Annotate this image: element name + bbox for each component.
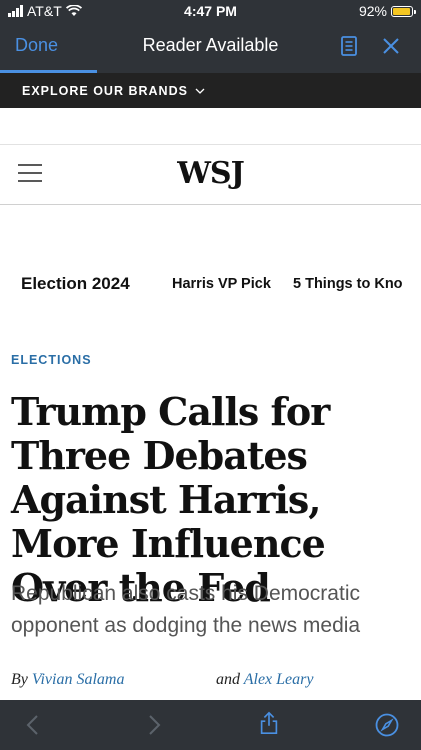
byline-and: and: [216, 671, 240, 688]
article-headline: Trump Calls for Three Debates Against Ha…: [11, 389, 330, 610]
close-icon[interactable]: [380, 35, 402, 57]
topic-election-2024[interactable]: Election 2024: [21, 274, 130, 294]
status-time: 4:47 PM: [184, 3, 237, 19]
status-right: 92%: [358, 3, 416, 19]
byline: By Vivian Salama and Alex Leary: [11, 671, 411, 689]
browser-bottom-toolbar: [0, 700, 421, 750]
compass-icon[interactable]: [375, 713, 399, 737]
explore-brands-label: EXPLORE OUR BRANDS: [22, 83, 188, 98]
battery-icon: [391, 5, 416, 17]
status-bar: AT&T 4:47 PM 92%: [0, 0, 421, 24]
header-divider-bottom: [0, 204, 421, 205]
back-icon[interactable]: [22, 713, 46, 737]
byline-part2: and Alex Leary: [216, 671, 313, 689]
topic-harris-vp-pick[interactable]: Harris VP Pick: [172, 276, 271, 292]
share-icon[interactable]: [257, 711, 281, 735]
explore-brands-bar[interactable]: EXPLORE OUR BRANDS: [0, 73, 421, 108]
battery-percent: 92%: [358, 3, 387, 19]
wsj-logo[interactable]: WSJ: [0, 156, 421, 191]
topic-5-things[interactable]: 5 Things to Kno: [293, 276, 403, 292]
reader-view-icon[interactable]: [338, 35, 360, 57]
header-divider-top: [0, 144, 421, 145]
section-label[interactable]: ELECTIONS: [11, 353, 92, 367]
topic-nav: Election 2024 Harris VP Pick 5 Things to…: [0, 268, 421, 302]
forward-icon[interactable]: [141, 713, 165, 737]
author-link[interactable]: Vivian Salama: [32, 671, 125, 688]
byline-by: By: [11, 671, 28, 688]
browser-top-bar: Done Reader Available: [0, 24, 421, 70]
author-link[interactable]: Alex Leary: [244, 671, 314, 688]
chevron-down-icon: [195, 88, 205, 94]
article-dek: Republican also casts his Democratic opp…: [11, 582, 361, 637]
battery-fill: [393, 7, 410, 15]
